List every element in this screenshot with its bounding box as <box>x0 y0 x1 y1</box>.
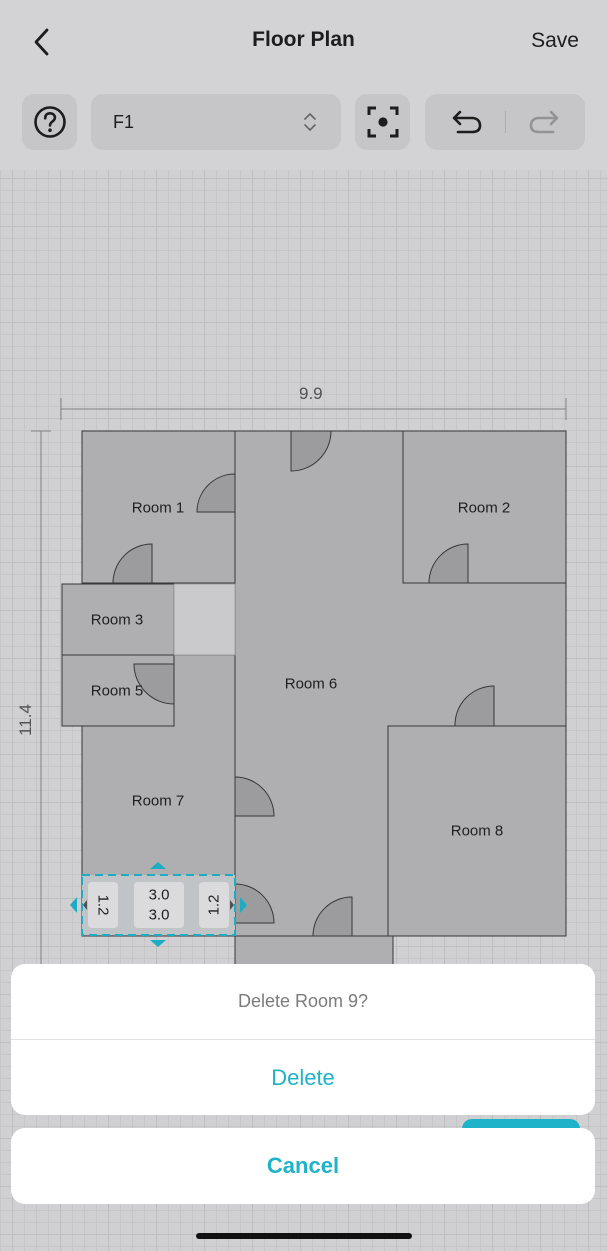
room-label[interactable]: Room 7 <box>132 793 185 810</box>
room-9-top-dimension: 3.0 <box>148 886 170 904</box>
home-indicator <box>196 1233 412 1239</box>
redo-icon <box>529 110 558 134</box>
room-9-right-dimension: 1.2 <box>205 894 223 916</box>
room-9-left-dimension: 1.2 <box>94 894 112 916</box>
room-label[interactable]: Room 1 <box>132 500 185 517</box>
help-button[interactable] <box>22 94 77 150</box>
resize-handle-left <box>70 897 77 913</box>
floor-plan-screen: Floor Plan Save F1 9.9 11.4 Room 1 Room … <box>0 0 607 1251</box>
action-sheet-message: Delete Room 9? <box>11 964 595 1040</box>
undo-redo-group <box>425 94 585 150</box>
room-label[interactable]: Room 5 <box>91 683 144 700</box>
floor-select[interactable]: F1 <box>91 94 341 150</box>
page-title: Floor Plan <box>252 28 355 51</box>
void-area <box>173 583 236 656</box>
resize-handle-bottom <box>150 940 166 947</box>
room-label[interactable]: Room 8 <box>451 823 504 840</box>
chevron-up-down-icon <box>304 113 316 131</box>
redo-button[interactable] <box>524 102 564 142</box>
room-label[interactable]: Room 6 <box>285 676 338 693</box>
toolbar-divider <box>504 111 506 133</box>
room-9-bottom-dimension: 3.0 <box>148 906 170 924</box>
recenter-button[interactable] <box>355 94 410 150</box>
room-label[interactable]: Room 2 <box>458 500 511 517</box>
floor-select-value: F1 <box>113 111 135 132</box>
delete-button[interactable]: Delete <box>11 1040 595 1115</box>
header: Floor Plan Save F1 <box>0 0 607 170</box>
question-icon <box>33 106 66 138</box>
undo-icon <box>452 110 481 134</box>
room-label[interactable]: Room 3 <box>91 612 144 629</box>
cancel-button[interactable]: Cancel <box>11 1128 595 1204</box>
delete-action-sheet: Delete Room 9? Delete <box>11 964 595 1115</box>
undo-button[interactable] <box>447 102 487 142</box>
save-button[interactable]: Save <box>531 29 579 53</box>
focus-icon <box>367 106 398 138</box>
